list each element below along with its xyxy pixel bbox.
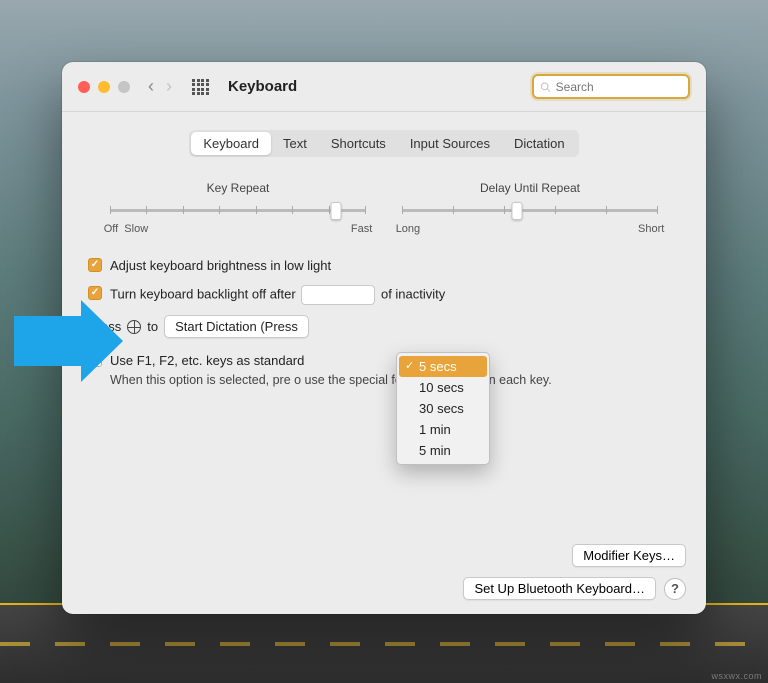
menu-item-5-secs[interactable]: 5 secs: [399, 356, 487, 377]
checkbox-backlight[interactable]: [88, 286, 102, 300]
label-brightness: Adjust keyboard brightness in low light: [110, 257, 680, 275]
key-repeat-label: Key Repeat: [104, 181, 373, 195]
tab-shortcuts[interactable]: Shortcuts: [319, 132, 398, 155]
traffic-lights: [78, 81, 130, 93]
tab-text[interactable]: Text: [271, 132, 319, 155]
preferences-window: ‹ › Keyboard Keyboard Text Shortcuts Inp…: [62, 62, 706, 614]
tab-keyboard[interactable]: Keyboard: [191, 132, 271, 155]
backlight-timeout-menu: 5 secs 10 secs 30 secs 1 min 5 min: [396, 352, 490, 465]
menu-item-1-min[interactable]: 1 min: [397, 419, 489, 440]
menu-item-5-min[interactable]: 5 min: [397, 440, 489, 461]
search-field[interactable]: [532, 74, 690, 99]
delay-repeat-slider[interactable]: [402, 201, 659, 219]
delay-repeat-label: Delay Until Repeat: [396, 181, 665, 195]
menu-item-10-secs[interactable]: 10 secs: [397, 377, 489, 398]
menu-item-30-secs[interactable]: 30 secs: [397, 398, 489, 419]
backlight-prefix: Turn keyboard backlight off after: [110, 287, 296, 302]
press-to: to: [147, 319, 158, 334]
bluetooth-keyboard-button[interactable]: Set Up Bluetooth Keyboard…: [463, 577, 656, 600]
backlight-suffix: of inactivity: [381, 287, 445, 302]
watermark: wsxwx.com: [711, 671, 762, 681]
titlebar: ‹ › Keyboard: [62, 62, 706, 112]
backlight-timeout-dropdown[interactable]: [301, 285, 375, 305]
modifier-keys-button[interactable]: Modifier Keys…: [572, 544, 686, 567]
help-button[interactable]: ?: [664, 578, 686, 600]
fn-keys-sub: When this option is selected, pre o use …: [110, 372, 680, 390]
minimize-icon[interactable]: [98, 81, 110, 93]
globe-icon: [127, 320, 141, 334]
back-button[interactable]: ‹: [148, 76, 154, 97]
close-icon[interactable]: [78, 81, 90, 93]
key-repeat-slider[interactable]: [110, 201, 367, 219]
search-input[interactable]: [556, 80, 682, 94]
search-icon: [540, 81, 551, 93]
show-all-icon[interactable]: [192, 79, 208, 95]
tab-bar: Keyboard Text Shortcuts Input Sources Di…: [189, 130, 578, 157]
zoom-icon[interactable]: [118, 81, 130, 93]
arrow-callout: [14, 300, 124, 382]
tab-input-sources[interactable]: Input Sources: [398, 132, 502, 155]
forward-button[interactable]: ›: [166, 76, 172, 97]
fn-keys-label: Use F1, F2, etc. keys as standard: [110, 352, 680, 370]
tab-dictation[interactable]: Dictation: [502, 132, 577, 155]
delay-repeat-group: Delay Until Repeat Long Short: [396, 181, 665, 235]
window-title: Keyboard: [228, 78, 297, 95]
key-repeat-group: Key Repeat Off Slow Fast: [104, 181, 373, 235]
checkbox-brightness[interactable]: [88, 258, 102, 272]
dictation-shortcut-button[interactable]: Start Dictation (Press: [164, 315, 309, 338]
